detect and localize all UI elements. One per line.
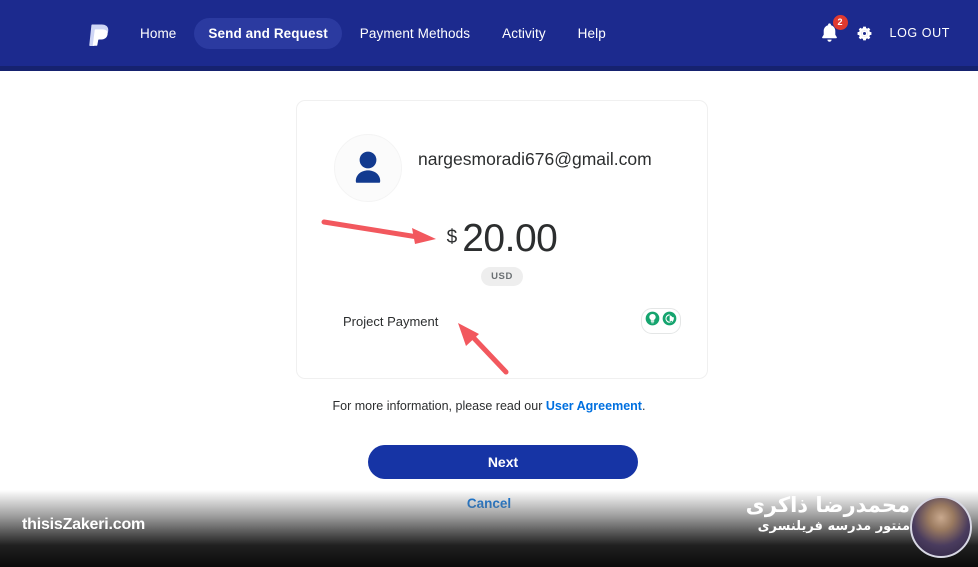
logout-button[interactable]: LOG OUT xyxy=(890,26,950,40)
watermark-site-label: thisisZakeri.com xyxy=(22,516,146,533)
amount-block: $ 20.00 USD xyxy=(297,218,707,286)
grammarly-g-icon[interactable] xyxy=(662,311,677,331)
payment-summary-card: nargesmoradi676@gmail.com $ 20.00 USD Pr… xyxy=(296,100,708,379)
settings-gear-button[interactable] xyxy=(855,24,874,43)
top-navigation-bar: Home Send and Request Payment Methods Ac… xyxy=(0,0,978,66)
amount-line: $ 20.00 xyxy=(297,218,707,260)
recipient-row: nargesmoradi676@gmail.com xyxy=(297,101,707,202)
nav-item-home[interactable]: Home xyxy=(126,18,190,49)
nav-item-help[interactable]: Help xyxy=(564,18,620,49)
next-button[interactable]: Next xyxy=(368,445,638,479)
header-actions: 2 LOG OUT xyxy=(820,15,950,44)
avatar xyxy=(334,134,402,202)
paypal-logo[interactable] xyxy=(84,20,114,50)
notification-count-badge: 2 xyxy=(832,15,848,30)
notifications-button[interactable]: 2 xyxy=(820,15,848,44)
info-prefix: For more information, please read our xyxy=(332,399,546,413)
user-agreement-info: For more information, please read our Us… xyxy=(0,399,978,413)
amount-value: 20.00 xyxy=(462,217,558,260)
grammarly-bulb-icon[interactable] xyxy=(645,311,660,331)
recipient-email: nargesmoradi676@gmail.com xyxy=(418,149,652,169)
grammarly-extension-widget[interactable] xyxy=(641,308,681,334)
watermark-person-block: محمدرضا ذاکری منتور مدرسه فریلنسری xyxy=(746,492,910,536)
payment-note[interactable]: Project Payment xyxy=(343,314,438,329)
watermark-avatar xyxy=(910,496,972,558)
note-row: Project Payment xyxy=(297,286,707,334)
info-suffix: . xyxy=(641,399,646,413)
nav-item-send-and-request[interactable]: Send and Request xyxy=(194,17,342,49)
currency-code-badge: USD xyxy=(481,267,523,286)
user-agreement-link[interactable]: User Agreement xyxy=(546,399,642,413)
main-nav: Home Send and Request Payment Methods Ac… xyxy=(126,17,620,49)
nav-item-payment-methods[interactable]: Payment Methods xyxy=(346,18,484,49)
watermark-subtitle: منتور مدرسه فریلنسری xyxy=(757,519,910,534)
nav-item-activity[interactable]: Activity xyxy=(488,18,560,49)
watermark-name: محمدرضا ذاکری xyxy=(745,493,910,517)
currency-symbol: $ xyxy=(446,227,458,248)
